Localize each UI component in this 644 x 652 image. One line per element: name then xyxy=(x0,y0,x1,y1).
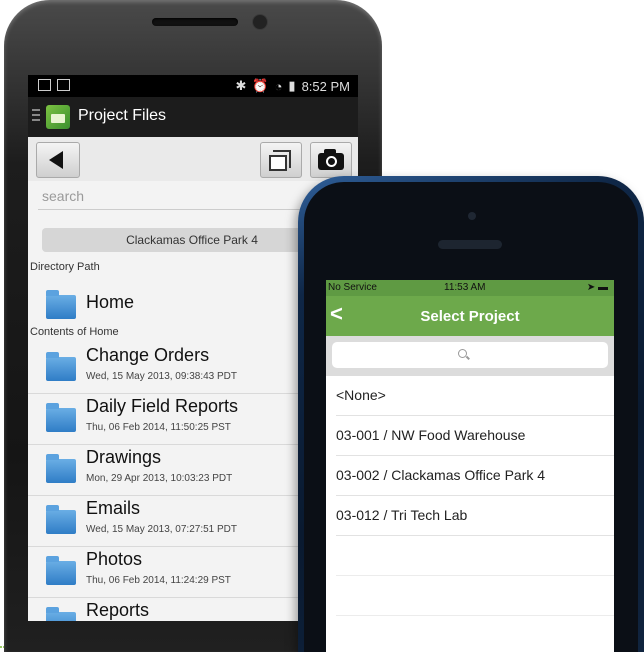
app-bar: Project Files xyxy=(28,97,358,137)
folder-icon xyxy=(46,454,76,483)
folder-date: Mon, 29 Apr 2013, 10:03:23 PDT xyxy=(86,473,233,484)
folder-icon xyxy=(46,352,76,381)
folder-date: Thu, 06 Feb 2014, 11:24:29 PST xyxy=(86,575,231,586)
camera-icon xyxy=(318,149,344,170)
search-icon xyxy=(458,349,467,358)
folder-name: Home xyxy=(86,292,135,312)
status-bar: ✱ ⏰ ◔ ▮ 8:52 PM xyxy=(28,75,358,97)
front-camera xyxy=(468,212,476,220)
ios-time: 11:53 AM xyxy=(444,282,486,293)
directory-path-label: Directory Path xyxy=(30,261,100,273)
folder-name: Emails xyxy=(86,498,141,518)
project-item[interactable]: 03-001 / NW Food Warehouse xyxy=(336,416,614,456)
gallery-button[interactable] xyxy=(260,142,302,178)
folder-icon xyxy=(46,556,76,585)
carrier-label: No Service xyxy=(328,282,377,293)
project-list: <None> 03-001 / NW Food Warehouse 03-002… xyxy=(326,376,614,616)
empty-row xyxy=(336,536,614,576)
project-item[interactable]: <None> xyxy=(336,376,614,416)
project-item[interactable]: 03-012 / Tri Tech Lab xyxy=(336,496,614,536)
iphone-screen: No Service 11:53 AM ➤ ▬ < Select Project… xyxy=(326,280,614,652)
ios-nav-bar: < Select Project xyxy=(326,296,614,336)
folder-date: Thu, 06 Feb 2014, 11:50:25 PST xyxy=(86,422,231,433)
menu-icon[interactable] xyxy=(32,109,40,124)
folder-name: Drawings xyxy=(86,447,162,467)
iphone: No Service 11:53 AM ➤ ▬ < Select Project… xyxy=(298,176,644,652)
toolbar xyxy=(28,137,358,181)
folder-name: Reports xyxy=(86,600,150,620)
project-item[interactable]: 03-002 / Clackamas Office Park 4 xyxy=(336,456,614,496)
ios-search-bar xyxy=(326,336,614,376)
alarm-icon: ⏰ xyxy=(252,78,269,93)
folder-icon xyxy=(46,290,76,319)
ios-search-input[interactable] xyxy=(332,342,608,368)
folder-date: Wed, 15 May 2013, 09:38:43 PDT xyxy=(86,371,238,382)
folder-icon xyxy=(46,607,76,621)
earpiece-speaker xyxy=(438,240,502,249)
folder-name: Photos xyxy=(86,549,143,569)
app-logo-icon xyxy=(46,105,70,129)
folder-date: Wed, 15 May 2013, 07:27:51 PDT xyxy=(86,524,238,535)
wifi-icon: ◔ xyxy=(274,78,283,94)
notification-icon xyxy=(38,79,51,91)
project-selector[interactable]: Clackamas Office Park 4 xyxy=(42,228,342,252)
nav-title: Select Project xyxy=(420,308,520,325)
camera-button[interactable] xyxy=(310,142,352,178)
status-time: 8:52 PM xyxy=(301,78,350,94)
image-notification-icon xyxy=(57,79,70,91)
back-button[interactable] xyxy=(36,142,80,178)
app-title: Project Files xyxy=(78,107,167,124)
battery-icon: ➤ ▬ xyxy=(586,282,608,293)
battery-icon: ▮ xyxy=(288,78,296,93)
folder-icon xyxy=(46,505,76,534)
contents-label: Contents of Home xyxy=(30,326,119,338)
front-camera xyxy=(252,14,268,30)
gallery-icon xyxy=(269,155,287,171)
bluetooth-icon: ✱ xyxy=(235,78,247,93)
speaker-grille xyxy=(152,18,238,26)
empty-row xyxy=(336,576,614,616)
folder-name: Change Orders xyxy=(86,345,210,365)
ios-status-bar: No Service 11:53 AM ➤ ▬ xyxy=(326,280,614,296)
folder-icon xyxy=(46,403,76,432)
folder-name: Daily Field Reports xyxy=(86,396,239,416)
